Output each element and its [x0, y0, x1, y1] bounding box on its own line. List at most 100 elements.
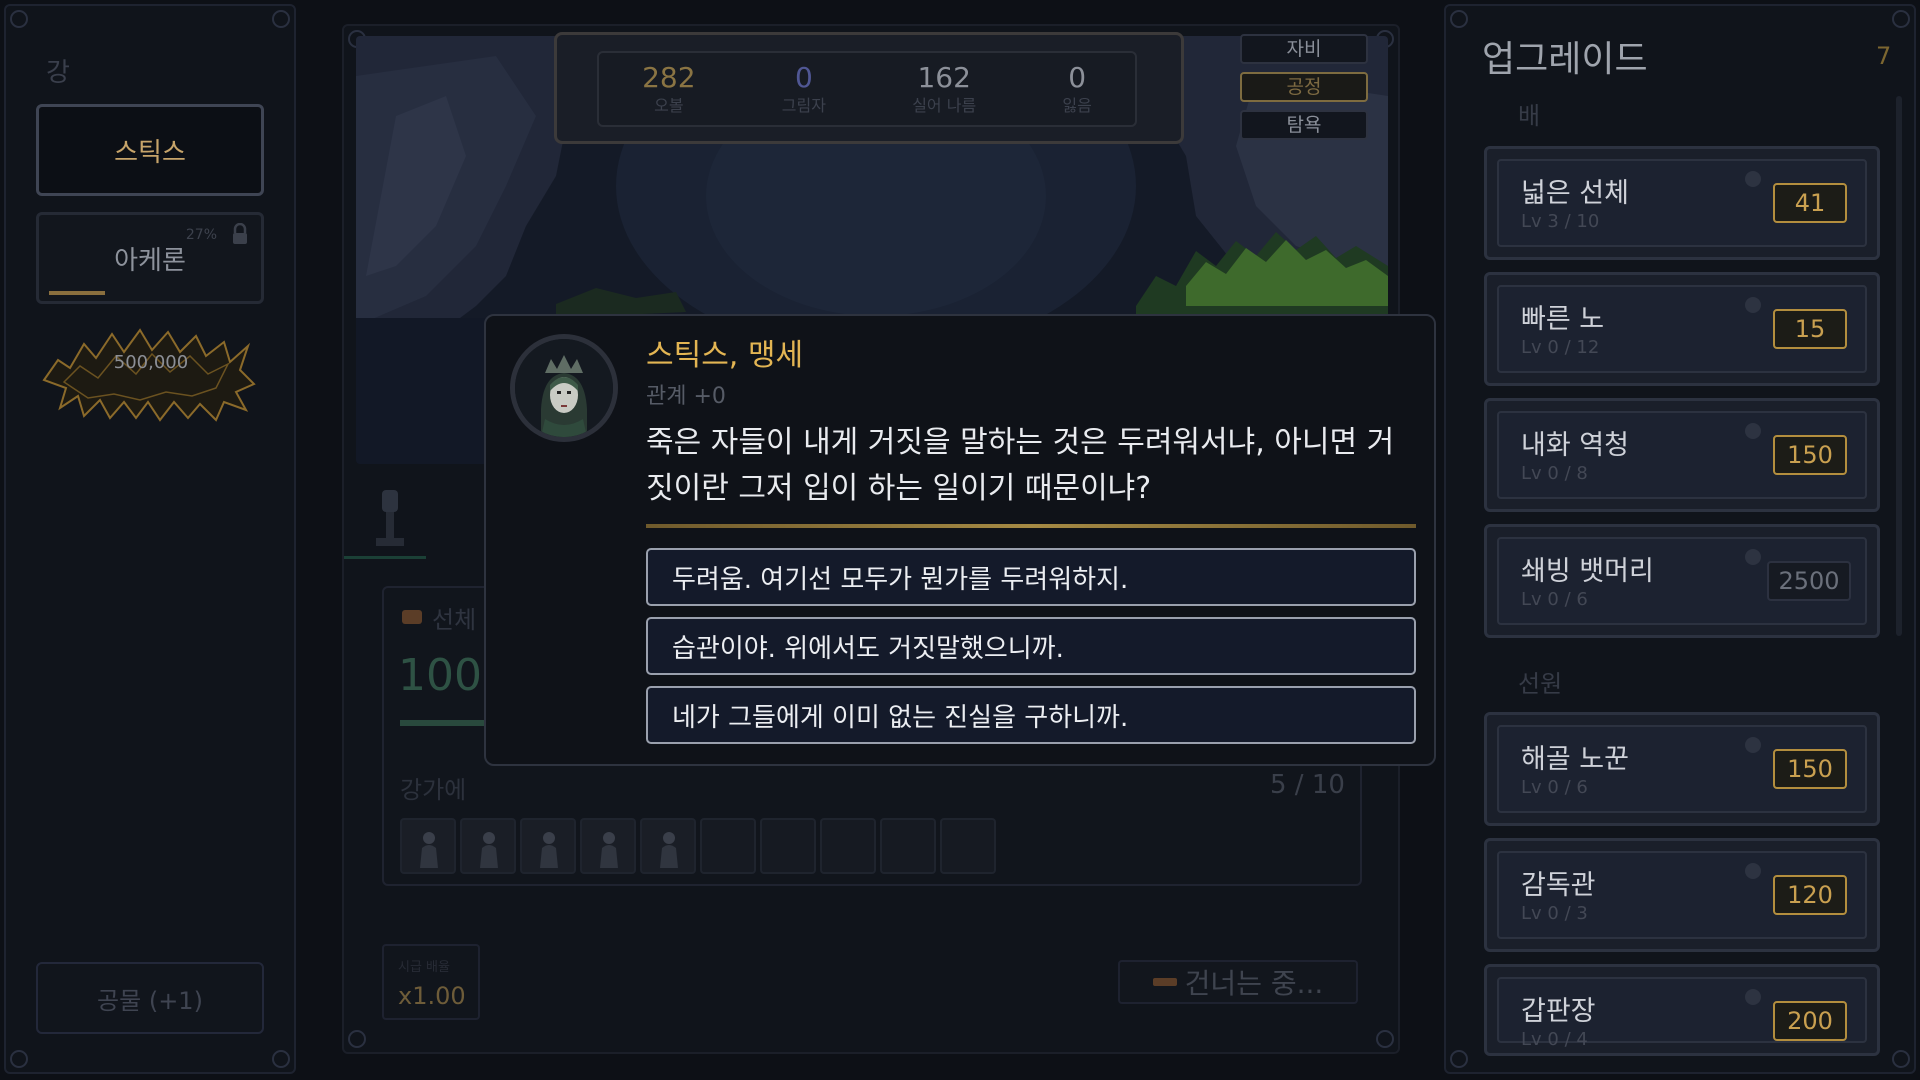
shade-slot-empty[interactable] [760, 818, 816, 874]
shade-icon [540, 832, 558, 868]
upgrade-level: Lv 0 / 8 [1521, 463, 1588, 484]
upgrade-count: 7 [1876, 42, 1892, 70]
resource-bar: 282 오볼 0 그림자 162 실어 나름 0 잃음 [554, 32, 1184, 144]
hull-icon [402, 610, 422, 624]
upgrade-name: 넓은 선체 [1521, 178, 1629, 209]
upgrade-card[interactable]: 갑판장 Lv 0 / 4 200 [1484, 964, 1880, 1056]
lock-icon [233, 223, 247, 244]
relation-value: 관계 +0 [646, 384, 726, 409]
stat-value: 162 [917, 61, 971, 94]
corner-ornament [1450, 10, 1468, 28]
upgrade-name: 갑판장 [1521, 996, 1596, 1027]
shade-icon [660, 832, 678, 868]
shade-slot-empty[interactable] [700, 818, 756, 874]
corner-ornament [1376, 1030, 1394, 1048]
upgrade-card[interactable]: 감독관 Lv 0 / 3 120 [1484, 838, 1880, 952]
upgrade-card[interactable]: 넓은 선체 Lv 3 / 10 41 [1484, 146, 1880, 260]
help-icon[interactable] [1745, 863, 1761, 879]
upgrade-card[interactable]: 쇄빙 뱃머리 Lv 0 / 6 2500 [1484, 524, 1880, 638]
upgrade-level: Lv 0 / 3 [1521, 903, 1588, 924]
upgrade-cost-button[interactable]: 200 [1773, 1001, 1847, 1041]
upgrade-cost-button[interactable]: 150 [1773, 435, 1847, 475]
dialogue-line: 죽은 자들이 내게 거짓을 말하는 것은 두려워서냐, 아니면 거짓이란 그저 … [646, 425, 1395, 506]
stat-shades: 0 그림자 [782, 61, 826, 117]
river-acheron-button[interactable]: 아케론 27% [36, 212, 264, 304]
upgrade-cost-button[interactable]: 150 [1773, 749, 1847, 789]
upgrade-level: Lv 0 / 4 [1521, 1029, 1588, 1050]
upgrade-name: 감독관 [1521, 870, 1596, 901]
styx-portrait-icon [515, 339, 613, 437]
stat-value: 282 [642, 61, 696, 94]
stat-label: 실어 나름 [912, 96, 977, 115]
shade-slot-filled[interactable] [580, 818, 636, 874]
shade-icon [600, 832, 618, 868]
corner-ornament [1450, 1050, 1468, 1068]
shore-label: 강가에 [400, 776, 467, 804]
shade-slot-empty[interactable] [880, 818, 936, 874]
boat-icon [1152, 978, 1177, 986]
river-styx-button[interactable]: 스틱스 [36, 104, 264, 196]
corner-ornament [1892, 1050, 1910, 1068]
shade-slots [400, 818, 996, 874]
mode-greed-button[interactable]: 탐욕 [1240, 110, 1368, 140]
shade-slot-filled[interactable] [640, 818, 696, 874]
stat-ferried: 162 실어 나름 [912, 61, 976, 117]
mode-fair-button[interactable]: 공정 [1240, 72, 1368, 102]
shade-slot-filled[interactable] [400, 818, 456, 874]
crossing-status-label: 건너는 중... [1184, 967, 1324, 1000]
stat-value: 0 [1068, 61, 1087, 94]
shade-slot-empty[interactable] [940, 818, 996, 874]
dialogue-divider [646, 524, 1416, 528]
speaker-portrait [510, 334, 618, 442]
section-boat: 배 [1518, 102, 1541, 130]
shade-icon [420, 832, 438, 868]
upgrade-card[interactable]: 내화 역청 Lv 0 / 8 150 [1484, 398, 1880, 512]
threshold-burst: 500,000 [40, 322, 262, 422]
help-icon[interactable] [1745, 549, 1761, 565]
upgrade-scrollbar[interactable] [1896, 96, 1902, 636]
mode-mercy-button[interactable]: 자비 [1240, 34, 1368, 64]
river-panel-title: 강 [46, 58, 70, 88]
shade-slot-filled[interactable] [520, 818, 576, 874]
upgrade-card[interactable]: 빠른 노 Lv 0 / 12 15 [1484, 272, 1880, 386]
upgrade-cost-button[interactable]: 120 [1773, 875, 1847, 915]
dialogue-choice[interactable]: 습관이야. 위에서도 거짓말했으니까. [646, 617, 1416, 675]
resource-bar-inner: 282 오볼 0 그림자 162 실어 나름 0 잃음 [597, 51, 1137, 127]
stat-label: 잃음 [1062, 96, 1092, 115]
corner-ornament [10, 1050, 28, 1068]
shade-slot-filled[interactable] [460, 818, 516, 874]
help-icon[interactable] [1745, 171, 1761, 187]
dialogue-choice[interactable]: 네가 그들에게 이미 없는 진실을 구하니까. [646, 686, 1416, 744]
section-crew: 선원 [1518, 670, 1563, 698]
hull-bar [400, 720, 486, 726]
upgrade-card[interactable]: 해골 노꾼 Lv 0 / 6 150 [1484, 712, 1880, 826]
corner-ornament [272, 10, 290, 28]
stat-value: 0 [794, 61, 813, 94]
upgrade-cost-button[interactable]: 15 [1773, 309, 1847, 349]
unlock-progress-bar [49, 291, 105, 295]
upgrade-level: Lv 3 / 10 [1521, 211, 1600, 232]
tribute-button[interactable]: 공물 (+1) [36, 962, 264, 1034]
speaker-name: 스틱스, 맹세 [646, 338, 804, 373]
upgrade-title: 업그레이드 [1482, 39, 1648, 80]
corner-ornament [348, 1030, 366, 1048]
lantern-icon [376, 490, 404, 546]
multiplier-value: x1.00 [398, 982, 466, 1010]
hull-label: 선체 [432, 606, 477, 634]
help-icon[interactable] [1745, 423, 1761, 439]
help-icon[interactable] [1745, 737, 1761, 753]
dock-line [344, 556, 426, 559]
help-icon[interactable] [1745, 297, 1761, 313]
upgrade-cost-button[interactable]: 41 [1773, 183, 1847, 223]
upgrade-name: 빠른 노 [1521, 304, 1605, 335]
crossing-status-button[interactable]: 건너는 중... [1118, 960, 1358, 1004]
dialogue-choice[interactable]: 두려움. 여기선 모두가 뭔가를 두려워하지. [646, 548, 1416, 606]
corner-ornament [1892, 10, 1910, 28]
shade-slot-empty[interactable] [820, 818, 876, 874]
shore-count: 5 / 10 [1270, 770, 1345, 800]
help-icon[interactable] [1745, 989, 1761, 1005]
upgrade-cost-button[interactable]: 2500 [1767, 561, 1851, 601]
river-acheron-label: 아케론 [114, 245, 186, 276]
upgrade-name: 쇄빙 뱃머리 [1521, 556, 1654, 587]
dialogue-box: 스틱스, 맹세 관계 +0 죽은 자들이 내게 거짓을 말하는 것은 두려워서냐… [484, 314, 1436, 766]
